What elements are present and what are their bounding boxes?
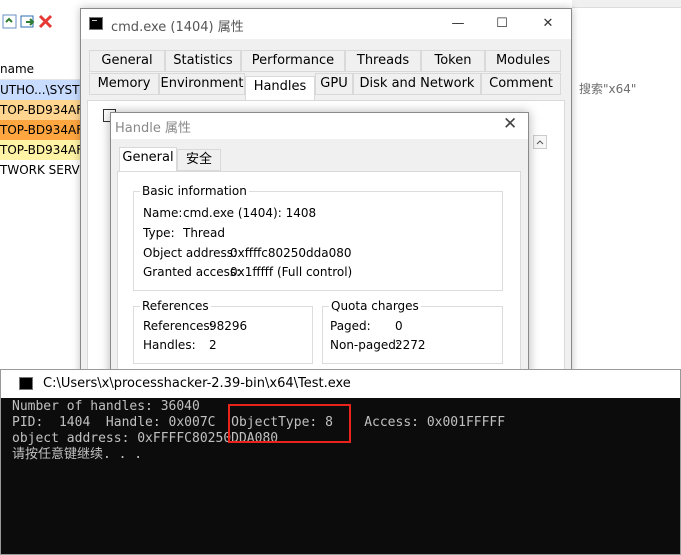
object-address-value: 0xffffc80250dda080	[230, 246, 352, 260]
chevron-up-icon	[536, 140, 544, 145]
refresh-icon[interactable]	[2, 14, 17, 29]
granted-access-value: 0x1fffff (Full control)	[230, 265, 353, 279]
group-title: Quota charges	[329, 299, 421, 313]
console-app-icon	[89, 17, 103, 30]
tab-comment[interactable]: Comment	[481, 73, 561, 95]
maximize-icon: ☐	[496, 16, 508, 31]
tab-environment[interactable]: Environment	[159, 73, 245, 95]
terminate-icon[interactable]	[38, 14, 53, 29]
tab-memory[interactable]: Memory	[89, 73, 159, 95]
tab-general[interactable]: General	[89, 50, 165, 72]
process-row[interactable]: TOP-BD934AF	[0, 140, 90, 160]
console-titlebar[interactable]: C:\Users\x\processhacker-2.39-bin\x64\Te…	[1, 370, 680, 398]
object-address-label: Object address:	[143, 246, 238, 260]
tab-performance[interactable]: Performance	[241, 50, 345, 72]
console-line: Number of handles: 36040	[12, 399, 200, 414]
tab-modules[interactable]: Modules	[485, 50, 561, 72]
tab-gpu[interactable]: GPU	[315, 73, 353, 95]
tab-disk-and-network[interactable]: Disk and Network	[353, 73, 481, 95]
paged-label: Paged:	[330, 319, 371, 333]
search-input[interactable]: 搜索"x64"	[579, 80, 636, 97]
handles-label: Handles:	[143, 338, 196, 352]
minimize-button[interactable]: —	[435, 9, 481, 39]
console-title: C:\Users\x\processhacker-2.39-bin\x64\Te…	[43, 376, 351, 391]
type-value: Thread	[183, 226, 225, 240]
name-value: cmd.exe (1404): 1408	[183, 206, 317, 220]
find-window-icon[interactable]	[20, 14, 35, 29]
references-value: 98296	[209, 319, 248, 333]
column-header-name[interactable]: name	[0, 58, 90, 80]
tab-security[interactable]: 安全	[177, 149, 221, 171]
main-toolbar	[0, 10, 80, 32]
quota-charges-group: Quota charges Paged: 0 Non-paged: 2272	[322, 299, 503, 364]
right-panel	[572, 0, 681, 380]
process-row[interactable]: UTHO...\SYSTE	[0, 80, 90, 100]
properties-titlebar[interactable]: cmd.exe (1404) 属性 — ☐ ✕	[81, 9, 571, 39]
objecttype-highlight-box	[228, 404, 351, 443]
console-app-icon	[19, 377, 33, 390]
nonpaged-value: 2272	[395, 338, 426, 352]
close-icon: ✕	[542, 16, 554, 31]
granted-access-label: Granted access:	[143, 265, 241, 279]
close-button[interactable]: ✕	[525, 9, 571, 39]
handle-properties-dialog: Handle 属性 ✕ General 安全 Basic information…	[110, 112, 529, 381]
dialog-title: Handle 属性	[115, 121, 191, 136]
type-label: Type:	[143, 226, 175, 240]
scrollbar-up-button[interactable]	[533, 135, 547, 149]
handle-general-content: Basic information Name: cmd.exe (1404): …	[117, 171, 521, 381]
basic-information-group: Basic information Name: cmd.exe (1404): …	[133, 184, 503, 291]
console-line: 请按任意键继续. . .	[12, 447, 143, 462]
tab-handles[interactable]: Handles	[245, 76, 315, 101]
window-title: cmd.exe (1404) 属性	[111, 20, 244, 35]
nonpaged-label: Non-paged:	[330, 338, 400, 352]
tab-statistics[interactable]: Statistics	[165, 50, 241, 72]
paged-value: 0	[395, 319, 403, 333]
minimize-icon: —	[451, 16, 465, 31]
maximize-button[interactable]: ☐	[479, 9, 525, 39]
handles-value: 2	[209, 338, 217, 352]
right-panel-topbar	[572, 0, 681, 8]
tab-threads[interactable]: Threads	[345, 50, 421, 72]
group-title: References	[140, 299, 211, 313]
process-row[interactable]: TWORK SERVI	[0, 160, 90, 180]
process-row[interactable]: TOP-BD934AF	[0, 120, 90, 140]
dialog-close-button[interactable]: ✕	[503, 114, 517, 134]
handle-dialog-titlebar[interactable]: Handle 属性 ✕	[111, 113, 528, 139]
group-title: Basic information	[140, 184, 249, 198]
tab-token[interactable]: Token	[421, 50, 485, 72]
name-label: Name:	[143, 206, 183, 220]
references-group: References References: 98296 Handles: 2	[133, 299, 313, 364]
close-icon: ✕	[503, 114, 518, 134]
tab-general[interactable]: General	[119, 147, 177, 172]
references-label: References:	[143, 319, 214, 333]
process-row[interactable]: TOP-BD934AF	[0, 100, 90, 120]
